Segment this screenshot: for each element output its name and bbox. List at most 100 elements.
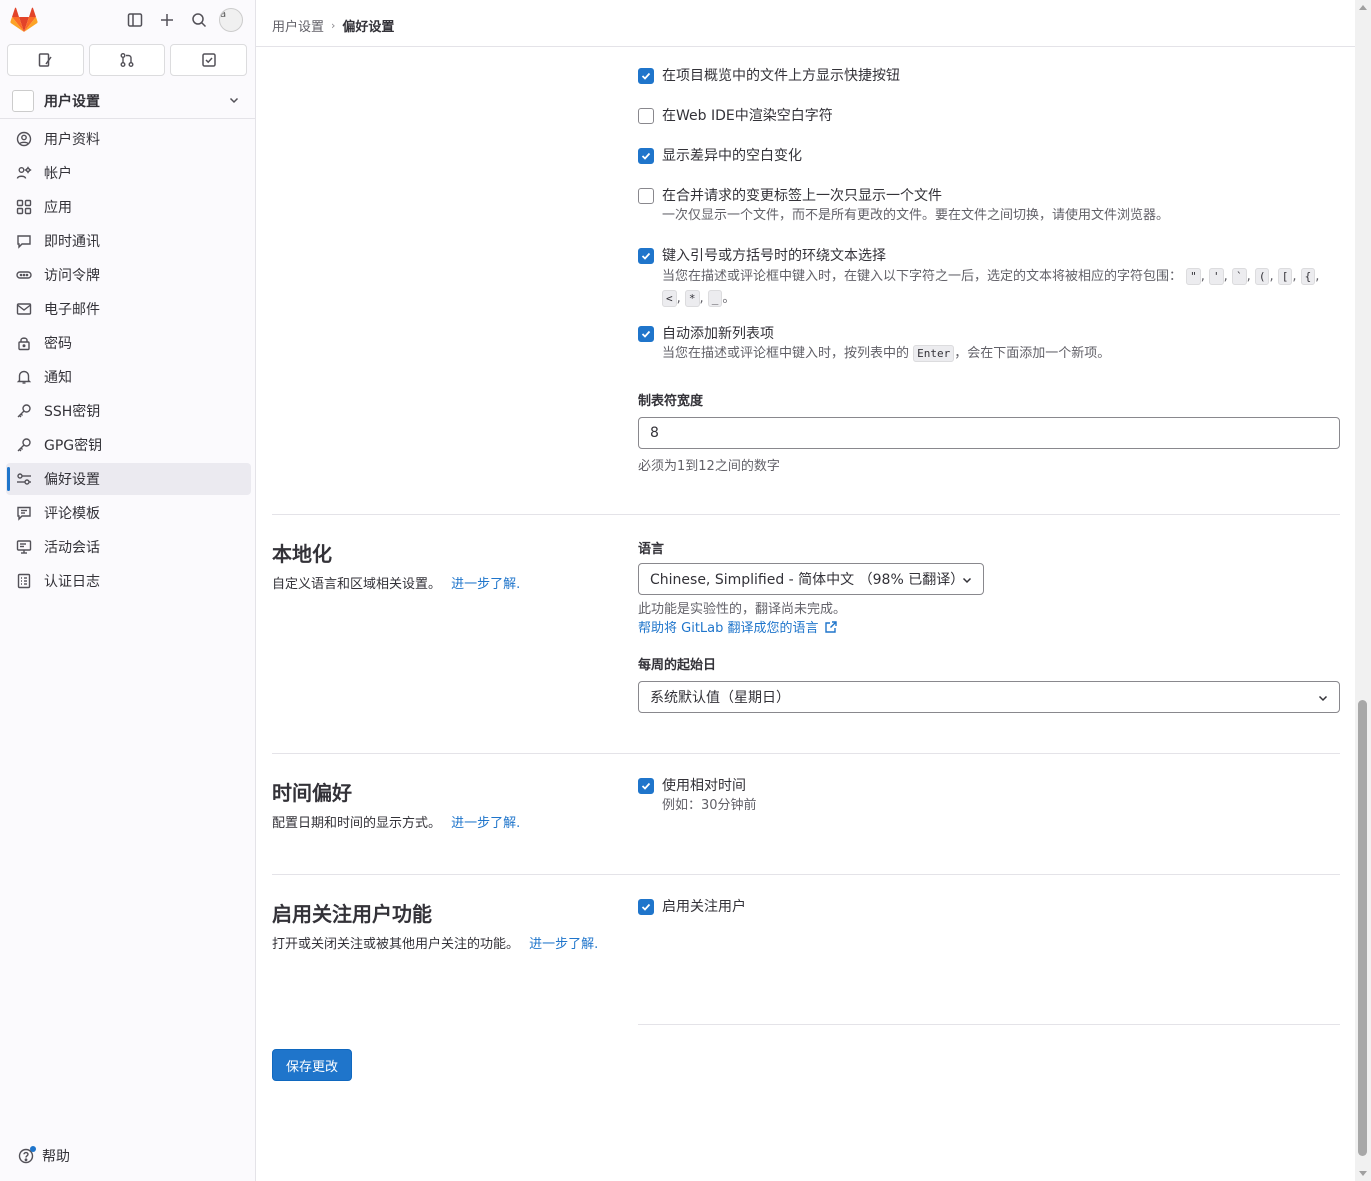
sidebar-item-applications[interactable]: 应用 <box>6 191 251 223</box>
chat-icon <box>16 233 32 249</box>
key-icon <box>16 403 32 419</box>
option-auto-list-items[interactable]: 自动添加新列表项 当您在描述或评论框中键入时，按列表中的 Enter ，会在下面添… <box>638 324 1110 364</box>
avatar-alt-text: a <box>220 9 227 20</box>
option-render-whitespace[interactable]: 在Web IDE中渲染空白字符 <box>638 106 833 126</box>
merge-request-icon <box>120 53 134 67</box>
sidebar-item-label: 用户资料 <box>44 132 100 148</box>
tab-width-input[interactable]: 8 <box>638 417 1340 449</box>
language-label: 语言 <box>638 542 665 557</box>
sidebar-item-ssh-keys[interactable]: SSH密钥 <box>6 395 251 427</box>
section-divider <box>638 1024 1340 1025</box>
sidebar-item-tokens[interactable]: 访问令牌 <box>6 259 251 291</box>
checkbox-checked[interactable] <box>638 248 654 264</box>
follow-title: 启用关注用户功能 <box>272 902 432 926</box>
help-label: 帮助 <box>42 1149 70 1165</box>
option-label: 在项目概览中的文件上方显示快捷按钮 <box>662 68 900 84</box>
sidebar-quick-buttons <box>7 44 248 76</box>
sidebar-item-label: SSH密钥 <box>44 404 101 420</box>
sidebar-item-label: 访问令牌 <box>44 268 100 284</box>
breadcrumb: 用户设置 › 偏好设置 <box>272 16 394 35</box>
sidebar-item-auth-log[interactable]: 认证日志 <box>6 565 251 597</box>
option-label: 在合并请求的变更标签上一次只显示一个文件 <box>662 188 942 204</box>
option-help-after: ，会在下面添加一个新项。 <box>954 346 1111 361</box>
chevron-down-icon <box>962 577 972 584</box>
follow-learn-more-link[interactable]: 进一步了解. <box>529 937 598 952</box>
help-button[interactable]: 帮助 <box>18 1146 70 1166</box>
save-changes-button[interactable]: 保存更改 <box>272 1049 352 1081</box>
option-surround-selection[interactable]: 键入引号或方括号时的环绕文本选择 当您在描述或评论框中键入时，在键入以下字符之一… <box>638 246 1340 310</box>
checkbox-checked[interactable] <box>638 778 654 794</box>
checkbox-checked[interactable] <box>638 68 654 84</box>
option-show-whitespace-diffs[interactable]: 显示差异中的空白变化 <box>638 146 802 166</box>
tab-width-value: 8 <box>650 425 659 441</box>
option-relative-time[interactable]: 使用相对时间 例如：30分钟前 <box>638 776 757 816</box>
sidebar-item-notifications[interactable]: 通知 <box>6 361 251 393</box>
option-help: 例如：30分钟前 <box>662 798 757 813</box>
plus-icon[interactable] <box>157 10 177 30</box>
sidebar-item-password[interactable]: 密码 <box>6 327 251 359</box>
checkbox-checked[interactable] <box>638 148 654 164</box>
language-experimental-note: 此功能是实验性的，翻译尚未完成。 <box>638 602 847 617</box>
sidebar-item-gpg-keys[interactable]: GPG密钥 <box>6 429 251 461</box>
scroll-up-icon[interactable] <box>1359 5 1367 10</box>
help-translate-link[interactable]: 帮助将 GitLab 翻译成您的语言 <box>638 617 838 636</box>
checkbox-unchecked[interactable] <box>638 108 654 124</box>
log-icon <box>16 573 32 589</box>
page-scrollbar[interactable] <box>1355 0 1371 1181</box>
language-select[interactable]: Chinese, Simplified - 简体中文 （98% 已翻译） <box>638 563 984 595</box>
sidebar-item-label: 通知 <box>44 370 72 386</box>
checkbox-unchecked[interactable] <box>638 188 654 204</box>
sidebar-item-label: 即时通讯 <box>44 234 100 250</box>
gitlab-logo-icon[interactable] <box>10 7 38 33</box>
option-label: 自动添加新列表项 <box>662 326 774 342</box>
sidebar-toggle-icon[interactable] <box>125 10 145 30</box>
char-code: ' <box>1209 268 1224 285</box>
external-link-icon <box>824 620 837 633</box>
tab-width-label: 制表符宽度 <box>638 394 704 409</box>
main-content: 在项目概览中的文件上方显示快捷按钮 在Web IDE中渲染空白字符 显示差异中的… <box>256 48 1355 1181</box>
option-single-file-mode[interactable]: 在合并请求的变更标签上一次只显示一个文件 一次仅显示一个文件，而不是所有更改的文… <box>638 186 1169 226</box>
option-help: 一次仅显示一个文件，而不是所有更改的文件。要在文件之间切换，请使用文件浏览器。 <box>662 208 1170 223</box>
sidebar-item-comment-templates[interactable]: 评论模板 <box>6 497 251 529</box>
option-enable-follow[interactable]: 启用关注用户 <box>638 897 746 917</box>
context-switcher[interactable]: 用户设置 <box>8 86 248 116</box>
option-shortcut-buttons[interactable]: 在项目概览中的文件上方显示快捷按钮 <box>638 66 900 86</box>
sidebar-item-account[interactable]: 帐户 <box>6 157 251 189</box>
option-label: 键入引号或方括号时的环绕文本选择 <box>662 248 886 264</box>
option-label: 启用关注用户 <box>662 899 746 915</box>
checkbox-checked[interactable] <box>638 326 654 342</box>
sidebar-item-label: 应用 <box>44 200 72 216</box>
checkbox-checked[interactable] <box>638 899 654 915</box>
sidebar-item-profile[interactable]: 用户资料 <box>6 123 251 155</box>
sidebar-item-preferences[interactable]: 偏好设置 <box>6 463 251 495</box>
chevron-down-icon <box>229 97 239 104</box>
applications-icon <box>16 199 32 215</box>
time-learn-more-link[interactable]: 进一步了解. <box>451 816 520 831</box>
sidebar-item-chat[interactable]: 即时通讯 <box>6 225 251 257</box>
search-icon[interactable] <box>189 10 209 30</box>
breadcrumb-parent[interactable]: 用户设置 <box>272 16 324 35</box>
key-icon <box>16 437 32 453</box>
issues-button[interactable] <box>7 44 84 76</box>
first-day-label: 每周的起始日 <box>638 658 717 673</box>
char-code: { <box>1300 268 1316 285</box>
scroll-thumb[interactable] <box>1358 700 1367 1156</box>
merge-requests-button[interactable] <box>88 44 166 76</box>
follow-desc: 打开或关闭关注或被其他用户关注的功能。 进一步了解. <box>272 934 607 955</box>
tab-width-help: 必须为1到12之间的数字 <box>638 459 780 474</box>
option-help-before: 当您在描述或评论框中键入时，按列表中的 <box>662 346 910 361</box>
preferences-icon <box>16 471 32 487</box>
first-day-select[interactable]: 系统默认值（星期日） <box>638 681 1340 713</box>
mail-icon <box>16 301 32 317</box>
avatar[interactable]: a <box>219 8 243 32</box>
todos-button[interactable] <box>170 44 248 76</box>
sidebar-item-label: 活动会话 <box>44 540 100 556</box>
scroll-down-icon[interactable] <box>1359 1171 1367 1176</box>
localization-learn-more-link[interactable]: 进一步了解. <box>451 577 520 592</box>
breadcrumb-current[interactable]: 偏好设置 <box>342 16 394 35</box>
enter-key-code: Enter <box>913 345 955 362</box>
first-day-value: 系统默认值（星期日） <box>650 690 790 706</box>
sidebar-item-emails[interactable]: 电子邮件 <box>6 293 251 325</box>
sidebar-item-active-sessions[interactable]: 活动会话 <box>6 531 251 563</box>
account-icon <box>16 165 32 181</box>
